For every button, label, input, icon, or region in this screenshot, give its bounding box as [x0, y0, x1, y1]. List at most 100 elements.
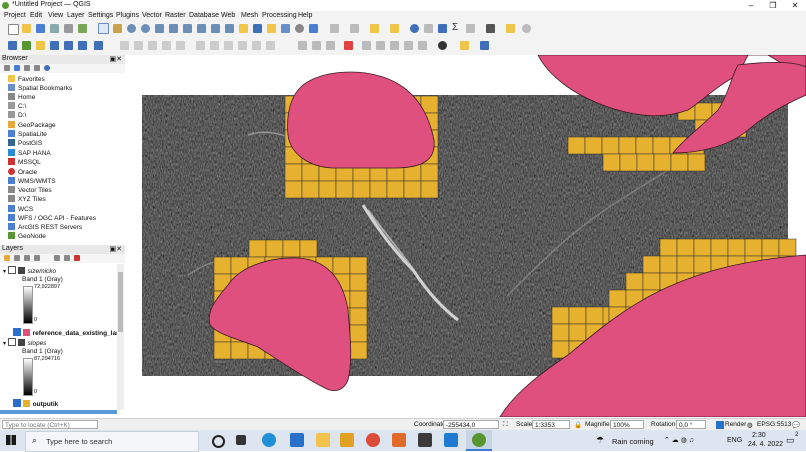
deselect-icon[interactable] — [390, 24, 399, 33]
windows-start-icon[interactable] — [6, 435, 16, 445]
edge-icon[interactable] — [262, 433, 276, 447]
new-map-view-icon[interactable] — [239, 24, 248, 33]
layer-reference-data[interactable]: reference_data_existing_land — [3, 328, 117, 337]
cut-features-icon[interactable] — [210, 41, 219, 50]
tray-icons[interactable]: ⌃ ☁ ◍ ♫ — [664, 436, 694, 444]
browser-item-bookmarks[interactable]: Spatial Bookmarks — [8, 84, 72, 93]
label-show-icon[interactable] — [326, 41, 335, 50]
spatial-bookmark-icon[interactable] — [267, 24, 276, 33]
extents-toggle-icon[interactable]: ⛶ — [503, 421, 508, 429]
weather-icon[interactable]: ☂ — [596, 435, 604, 446]
layer-visibility-checkbox[interactable] — [12, 399, 21, 407]
digitize-icon[interactable] — [120, 41, 129, 50]
terminal-icon[interactable] — [418, 433, 432, 447]
taskbar-search-box[interactable]: ⌕ Type here to search — [25, 431, 199, 452]
cortana-icon[interactable] — [212, 435, 225, 448]
map-tips-icon[interactable] — [506, 24, 515, 33]
messages-icon[interactable]: 💬 — [792, 421, 800, 429]
menu-settings[interactable]: Settings — [88, 12, 113, 19]
menu-layer[interactable]: Layer — [67, 12, 85, 19]
delete-selected-icon[interactable] — [196, 41, 205, 50]
menu-raster[interactable]: Raster — [165, 12, 186, 19]
save-edits-icon[interactable] — [148, 41, 157, 50]
browser-item-sap-hana[interactable]: SAP HANA — [8, 149, 51, 158]
zoom-native-icon[interactable] — [211, 24, 220, 33]
measure-icon[interactable] — [466, 24, 475, 33]
chrome-icon[interactable] — [366, 433, 380, 447]
manage-themes-icon[interactable] — [24, 255, 30, 261]
add-mesh-icon[interactable] — [94, 41, 103, 50]
open-field-calculator-icon[interactable] — [350, 24, 359, 33]
map-canvas[interactable] — [128, 55, 806, 417]
expand-arrow-icon[interactable]: ▾ — [3, 341, 6, 347]
add-selected-layers-icon[interactable] — [4, 65, 10, 71]
map-svg[interactable] — [128, 55, 806, 417]
print-layout-icon[interactable] — [64, 24, 73, 33]
save-project-icon[interactable] — [36, 24, 45, 33]
data-source-manager-icon[interactable] — [8, 41, 17, 50]
render-checkbox[interactable] — [716, 421, 724, 429]
panel-close-icon[interactable]: ▣✕ — [110, 245, 122, 253]
browser-item-postgis[interactable]: PostGIS — [8, 139, 42, 148]
open-styling-icon[interactable] — [4, 255, 10, 261]
zoom-last-icon[interactable] — [225, 24, 234, 33]
filter-legend-icon[interactable] — [34, 255, 40, 261]
vscode-icon[interactable] — [444, 433, 458, 447]
browser-item-vector-tiles[interactable]: Vector Tiles — [8, 186, 52, 195]
filter-browser-icon[interactable] — [24, 65, 30, 71]
menu-edit[interactable]: Edit — [30, 12, 42, 19]
menu-database[interactable]: Database — [189, 12, 219, 19]
menu-project[interactable]: Project — [4, 12, 26, 19]
zoom-in-icon[interactable] — [127, 24, 136, 33]
statistics-icon[interactable]: Σ — [452, 23, 461, 33]
browser-item-xyz-tiles[interactable]: XYZ Tiles — [8, 195, 46, 204]
browser-item-c-drive[interactable]: C:\ — [8, 102, 26, 111]
pan-tool-icon[interactable] — [98, 23, 109, 34]
new-geopackage-icon[interactable] — [22, 41, 31, 50]
open-project-icon[interactable] — [22, 24, 31, 33]
layer-outputik[interactable]: outputik — [3, 399, 58, 408]
menu-processing[interactable]: Processing — [262, 12, 297, 19]
label-change-icon[interactable] — [390, 41, 399, 50]
collapse-all-icon[interactable] — [64, 255, 70, 261]
settings-icon[interactable] — [522, 24, 531, 33]
notifications-icon[interactable]: ▭ — [786, 435, 795, 446]
add-group-icon[interactable] — [14, 255, 20, 261]
browser-item-geonode[interactable]: GeoNode — [8, 232, 46, 241]
crs-globe-icon[interactable]: ◍ — [747, 421, 753, 429]
scrollbar-thumb[interactable] — [118, 272, 123, 332]
browser-item-mssql[interactable]: MSSQL — [8, 158, 41, 167]
processing-toolbox-icon[interactable] — [480, 41, 489, 50]
expand-all-icon[interactable] — [54, 255, 60, 261]
layer-sizemicko[interactable]: ▾ sizemicko — [3, 266, 56, 275]
browser-item-wfs[interactable]: WFS / OGC API - Features — [8, 214, 96, 223]
menu-help[interactable]: Help — [298, 12, 312, 19]
style-manager-icon[interactable] — [78, 24, 87, 33]
text-annotation-icon[interactable] — [486, 24, 495, 33]
zoom-full-icon[interactable] — [169, 24, 178, 33]
vertex-tool-icon[interactable] — [176, 41, 185, 50]
layer-slopes[interactable]: ▾ slopes — [3, 338, 46, 347]
redo-icon[interactable] — [266, 41, 275, 50]
browser-item-wcs[interactable]: WCS — [8, 205, 33, 214]
magnifier-field[interactable]: 100% — [610, 420, 644, 429]
remove-layer-icon[interactable] — [74, 255, 80, 261]
weather-text[interactable]: Rain coming — [612, 437, 654, 446]
clock-date[interactable]: 24. 4. 2022 — [748, 441, 783, 448]
plugin-icon[interactable] — [438, 41, 447, 50]
new-shapefile-icon[interactable] — [36, 41, 45, 50]
coordinate-field[interactable]: -255434,0 -1227060,3 — [443, 420, 499, 438]
close-button[interactable]: ✕ — [784, 0, 806, 11]
zoom-to-layer-icon[interactable] — [197, 24, 206, 33]
refresh-icon[interactable] — [295, 24, 304, 33]
add-raster-icon[interactable] — [78, 41, 87, 50]
browser-item-favorites[interactable]: Favorites — [8, 75, 45, 84]
media-player-icon[interactable] — [340, 433, 354, 447]
panel-close-icon[interactable]: ▣✕ — [110, 55, 122, 63]
browser-item-arcgis[interactable]: ArcGIS REST Servers — [8, 223, 82, 232]
task-view-icon[interactable] — [236, 435, 246, 445]
diagram-icon[interactable] — [404, 41, 413, 50]
paste-features-icon[interactable] — [238, 41, 247, 50]
taskbar-qgis-button[interactable] — [466, 430, 492, 451]
expand-arrow-icon[interactable]: ▾ — [3, 269, 6, 275]
